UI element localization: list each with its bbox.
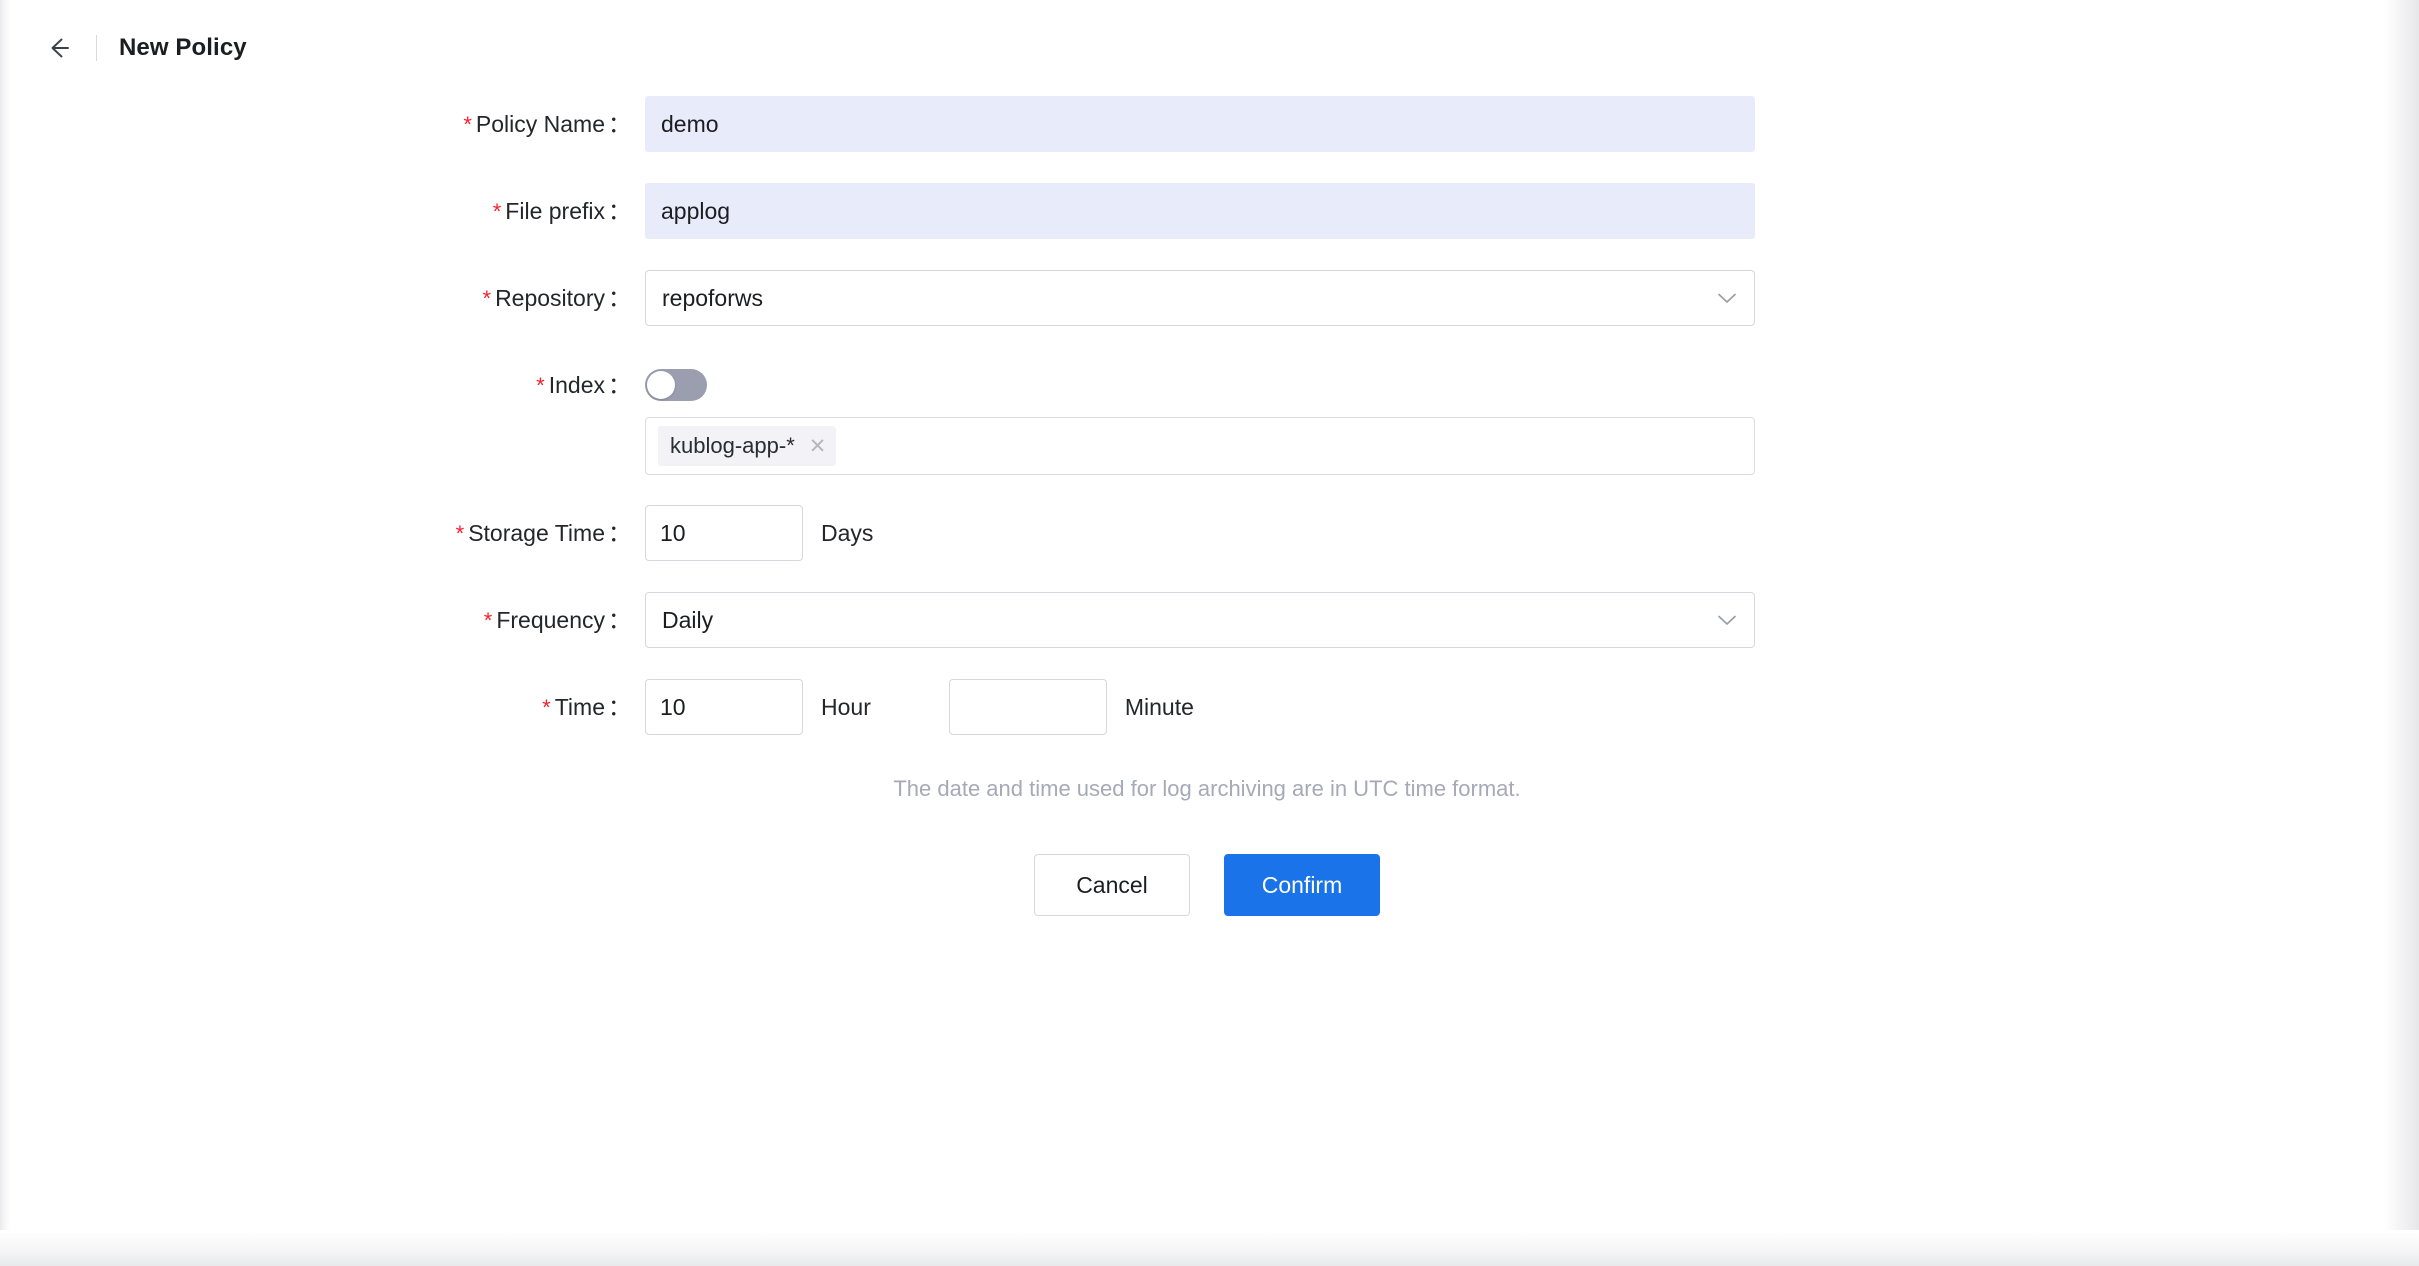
label-text: Storage Time xyxy=(468,520,605,546)
required-asterisk: * xyxy=(463,112,472,137)
cancel-button[interactable]: Cancel xyxy=(1034,854,1190,916)
storage-time-input[interactable] xyxy=(645,505,803,561)
required-asterisk: * xyxy=(483,608,493,633)
label-index: * Index： xyxy=(0,357,645,414)
time-minute-input[interactable] xyxy=(948,679,1107,735)
confirm-button[interactable]: Confirm xyxy=(1224,854,1380,916)
page-header: New Policy xyxy=(0,0,2419,96)
chevron-down-icon xyxy=(1716,291,1738,305)
form-actions: Cancel Confirm xyxy=(645,854,1755,916)
field-frequency: Daily xyxy=(645,592,2419,648)
storage-time-unit: Days xyxy=(821,519,874,546)
arrow-left-icon xyxy=(43,33,73,63)
field-policy-name xyxy=(645,96,2419,152)
index-toggle[interactable] xyxy=(645,369,707,401)
label-colon: ： xyxy=(608,607,631,633)
form-row-storage-time: *Storage Time： Days xyxy=(0,505,2419,562)
label-time: * Time： xyxy=(0,679,645,736)
required-asterisk: * xyxy=(536,373,545,398)
label-colon: ： xyxy=(608,198,631,224)
label-text: File prefix xyxy=(505,198,605,224)
close-icon[interactable]: ✕ xyxy=(809,436,827,457)
label-colon: ： xyxy=(608,694,631,720)
frequency-select[interactable]: Daily xyxy=(645,592,1755,648)
chevron-down-icon xyxy=(1716,613,1738,627)
label-text: Time xyxy=(554,694,605,720)
page-title: New Policy xyxy=(119,34,247,61)
label-colon: ： xyxy=(608,285,631,311)
toggle-knob xyxy=(647,371,675,399)
form-row-repository: * Repository： repoforws xyxy=(0,270,2419,327)
field-time: Hour Minute xyxy=(645,679,2419,735)
label-text: Repository xyxy=(495,285,605,311)
field-file-prefix xyxy=(645,183,2419,239)
label-colon: ： xyxy=(608,520,631,546)
required-asterisk: * xyxy=(455,521,465,546)
label-file-prefix: * File prefix： xyxy=(0,183,645,240)
index-tag-input[interactable]: kublog-app-* ✕ xyxy=(645,417,1755,475)
required-asterisk: * xyxy=(542,695,551,720)
field-index: kublog-app-* ✕ xyxy=(645,357,2419,475)
label-text: Frequency xyxy=(496,607,605,633)
new-policy-form: *Policy Name： *File prefix： *Repository：… xyxy=(0,96,2419,916)
index-tag-label: kublog-app-* xyxy=(670,433,795,458)
field-repository: repoforws xyxy=(645,270,2419,326)
required-asterisk: * xyxy=(482,286,492,311)
card-edge-bottom xyxy=(0,1230,2419,1266)
header-divider xyxy=(96,35,97,61)
index-toggle-wrap xyxy=(645,357,1755,413)
label-text: Index xyxy=(548,372,605,398)
form-row-file-prefix: * File prefix： xyxy=(0,183,2419,240)
policy-name-input[interactable] xyxy=(645,96,1755,152)
required-asterisk: * xyxy=(492,199,502,224)
file-prefix-input[interactable] xyxy=(645,183,1755,239)
label-frequency: * Frequency： xyxy=(0,592,645,649)
index-tag[interactable]: kublog-app-* ✕ xyxy=(658,426,837,466)
form-row-index: * Index： kublog-app-* ✕ xyxy=(0,357,2419,475)
frequency-selected-value: Daily xyxy=(662,606,714,633)
repository-selected-value: repoforws xyxy=(662,284,763,311)
field-storage-time: Days xyxy=(645,505,2419,561)
label-policy-name: * Policy Name： xyxy=(0,96,645,153)
new-policy-page: New Policy *Policy Name： *File prefix： *… xyxy=(0,0,2419,1266)
label-text: Policy Name xyxy=(475,111,605,137)
time-minute-unit: Minute xyxy=(1124,693,1194,720)
form-row-time: *Time： Hour Minute xyxy=(0,679,2419,736)
label-colon: ： xyxy=(608,372,631,398)
time-hour-unit: Hour xyxy=(821,693,871,720)
back-button[interactable] xyxy=(38,28,78,68)
utc-hint-text: The date and time used for log archiving… xyxy=(893,776,1521,801)
form-row-frequency: * Frequency： Daily xyxy=(0,592,2419,649)
index-controls: kublog-app-* ✕ xyxy=(645,357,1755,475)
label-storage-time: * Storage Time： xyxy=(0,505,645,562)
time-hour-input[interactable] xyxy=(645,679,803,735)
label-colon: ： xyxy=(608,111,631,137)
form-row-policy-name: * Policy Name： xyxy=(0,96,2419,153)
label-repository: * Repository： xyxy=(0,270,645,327)
repository-select[interactable]: repoforws xyxy=(645,270,1755,326)
